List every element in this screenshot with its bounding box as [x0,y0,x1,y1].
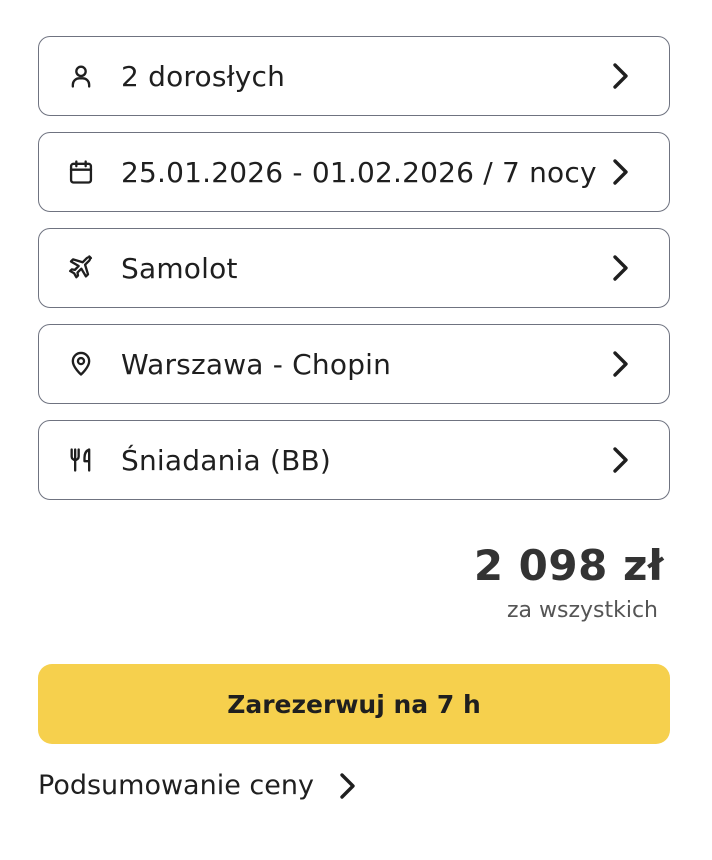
airplane-icon [67,254,95,282]
location-pin-icon [67,350,95,378]
meal-plan-option[interactable]: Śniadania (BB) [38,420,670,500]
booking-options-list: 2 dorosłych 25.01.2026 - 01.02.2026 / 7 … [38,36,670,516]
fork-knife-icon [67,446,95,474]
person-icon [67,62,95,90]
total-price: 2 098 zł [473,541,664,590]
price-summary-link[interactable]: Podsumowanie ceny [38,770,358,801]
price-note: za wszystkich [506,598,658,623]
transport-option[interactable]: Samolot [38,228,670,308]
chevron-right-icon [609,445,631,475]
departure-airport-option[interactable]: Warszawa - Chopin [38,324,670,404]
departure-airport-label: Warszawa - Chopin [121,347,392,381]
chevron-right-icon [609,157,631,187]
travelers-label: 2 dorosłych [121,59,286,93]
dates-option[interactable]: 25.01.2026 - 01.02.2026 / 7 nocy [38,132,670,212]
book-button[interactable]: Zarezerwuj na 7 h [38,664,670,744]
meal-plan-label: Śniadania (BB) [121,443,332,477]
dates-label: 25.01.2026 - 01.02.2026 / 7 nocy [121,155,597,189]
calendar-icon [67,158,95,186]
price-block: 2 098 zł za wszystkich [474,538,664,623]
travelers-option[interactable]: 2 dorosłych [38,36,670,116]
chevron-right-icon [609,253,631,283]
price-summary-label: Podsumowanie ceny [38,770,314,801]
chevron-right-icon [336,771,358,801]
transport-label: Samolot [121,251,238,285]
chevron-right-icon [609,61,631,91]
chevron-right-icon [609,349,631,379]
